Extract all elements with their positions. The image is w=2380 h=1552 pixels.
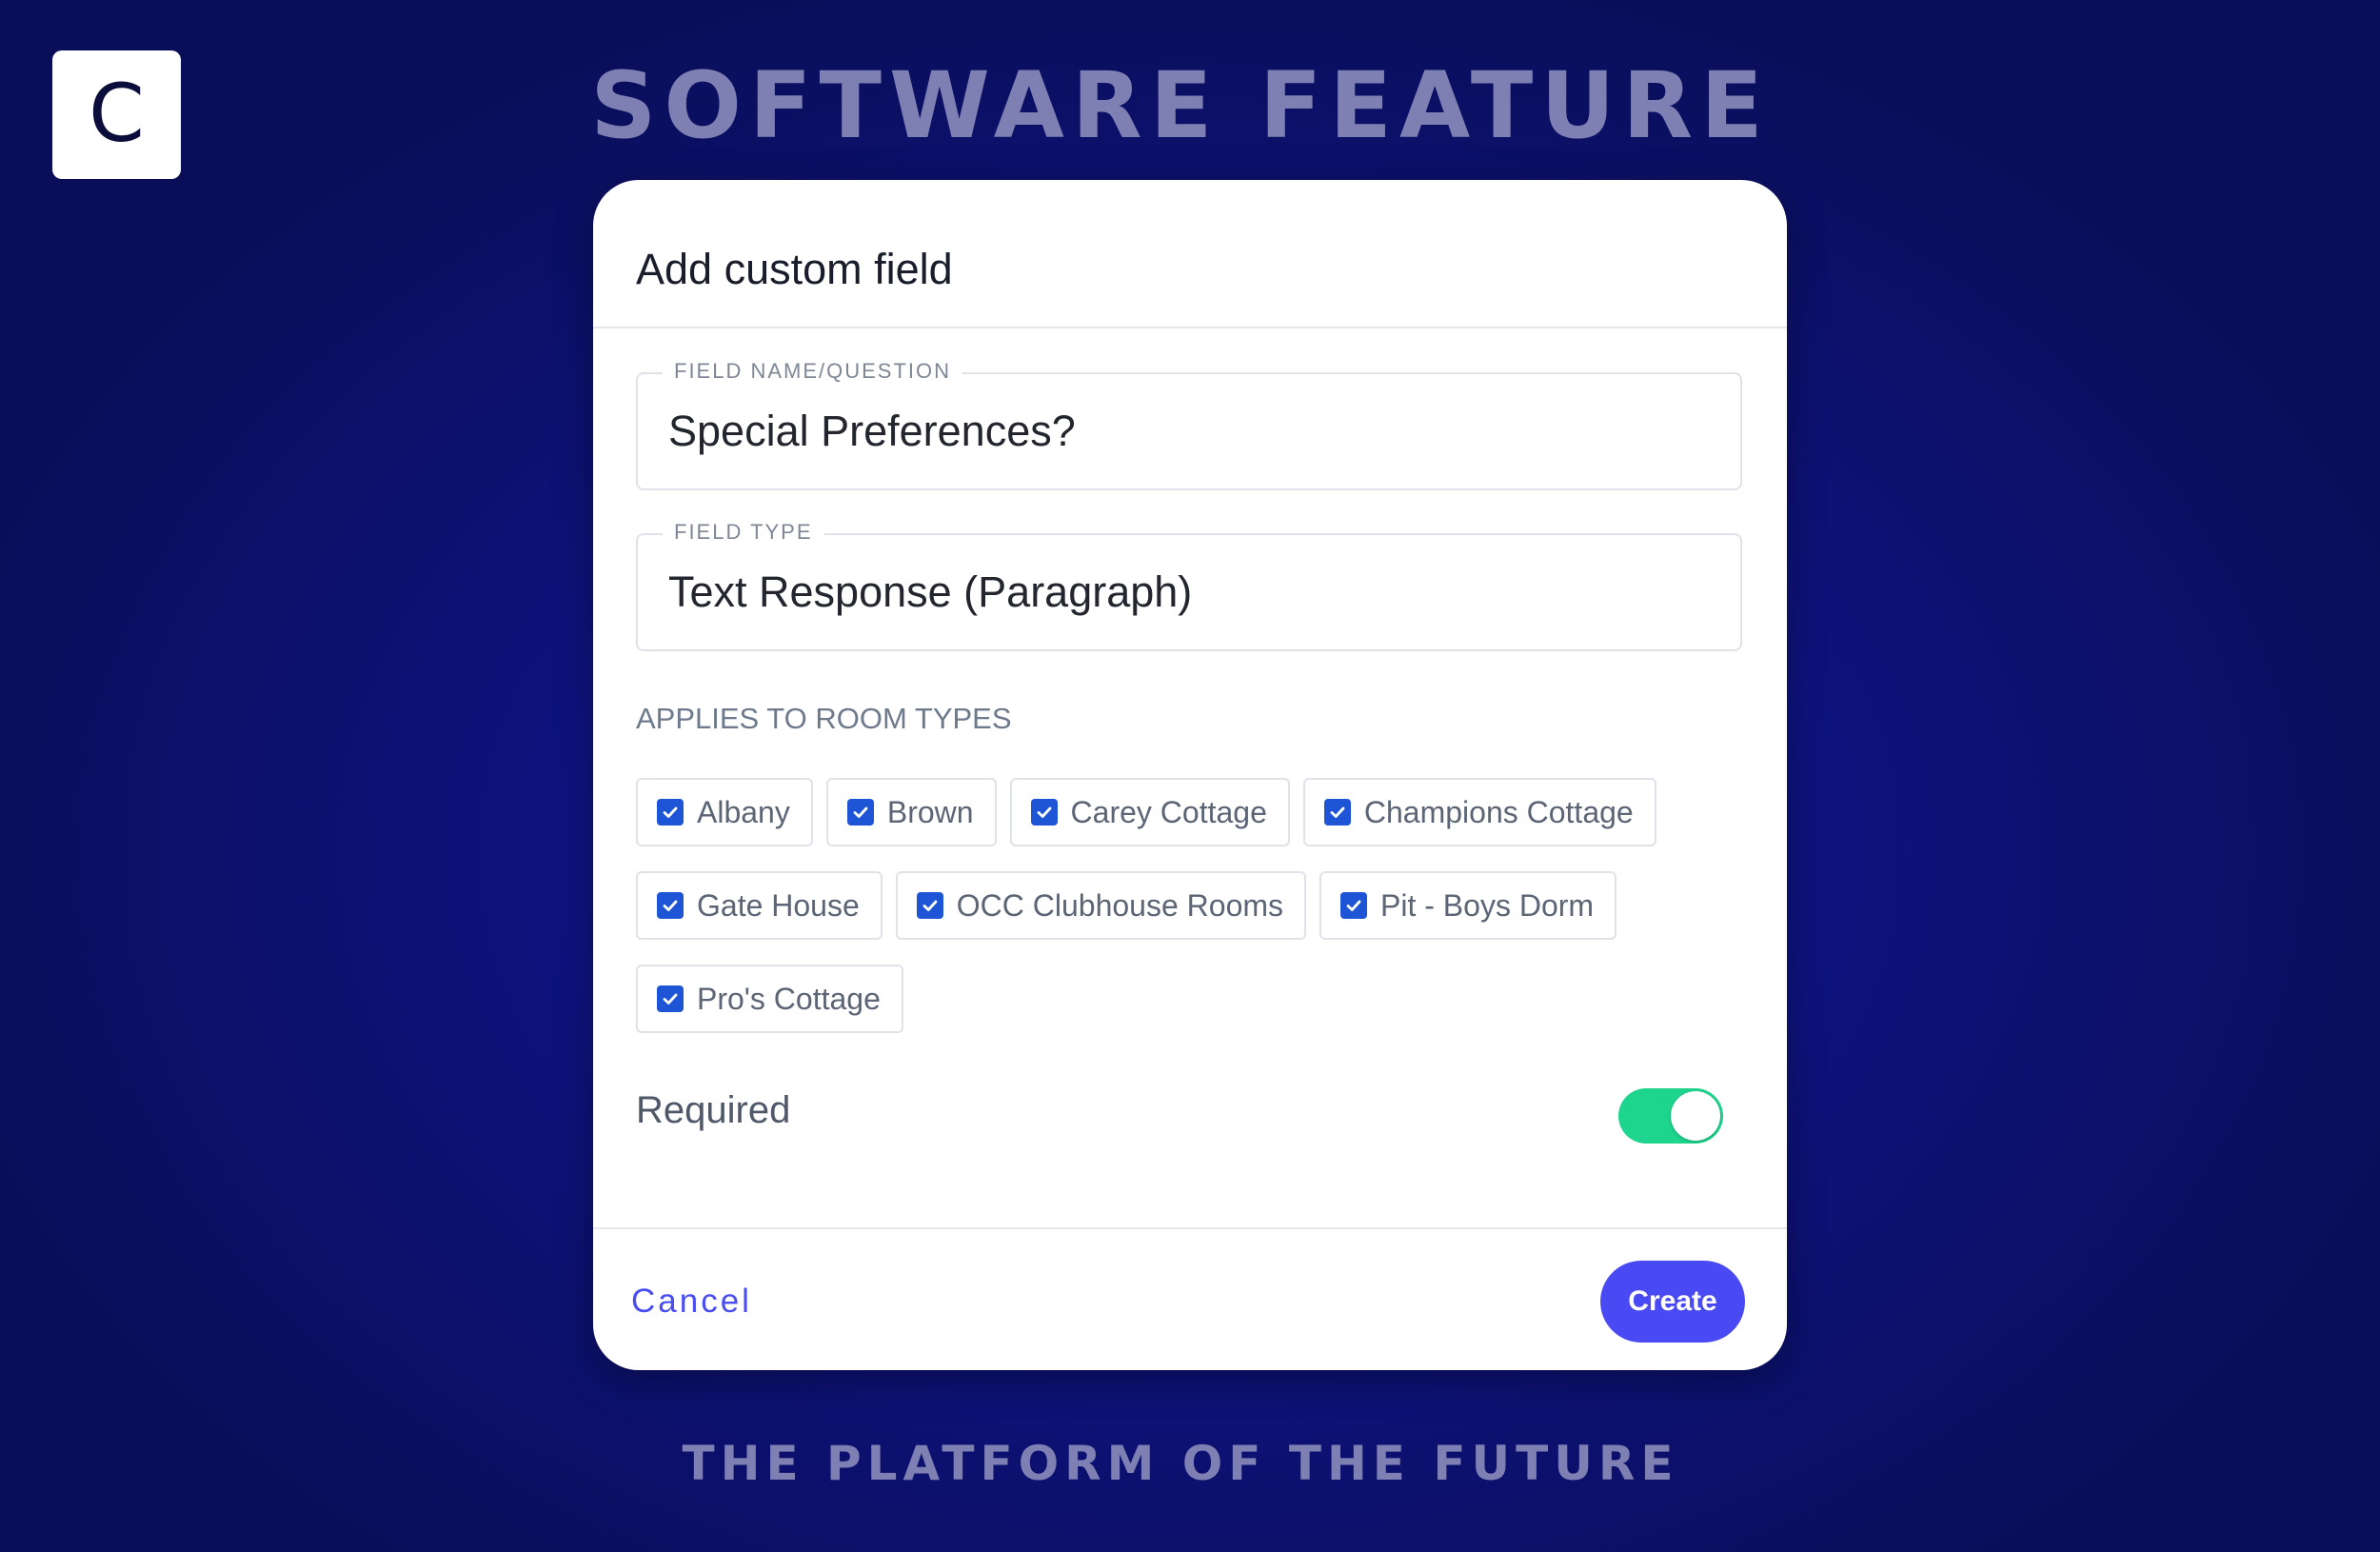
dialog-title: Add custom field (636, 245, 953, 293)
room-type-label: Pro's Cottage (697, 982, 881, 1016)
tagline: THE PLATFORM OF THE FUTURE (682, 1436, 1679, 1491)
field-type-value: Text Response (Paragraph) (668, 567, 1193, 616)
room-type-chip[interactable]: Albany (636, 778, 813, 846)
field-type-label: FIELD TYPE (663, 518, 824, 547)
field-name-value: Special Preferences? (668, 407, 1076, 455)
field-type-select[interactable]: FIELD TYPE Text Response (Paragraph) (636, 518, 1742, 651)
room-type-chip[interactable]: Gate House (636, 871, 883, 940)
checkbox-checked-icon[interactable] (916, 892, 943, 919)
room-type-chip[interactable]: Pro's Cottage (636, 965, 903, 1033)
room-type-label: OCC Clubhouse Rooms (956, 888, 1284, 923)
checkbox-checked-icon[interactable] (657, 985, 684, 1012)
room-type-label: Carey Cottage (1070, 795, 1267, 829)
create-button[interactable]: Create (1600, 1261, 1745, 1343)
checkbox-checked-icon[interactable] (1340, 892, 1368, 919)
checkbox-checked-icon[interactable] (657, 799, 684, 826)
room-type-chip[interactable]: OCC Clubhouse Rooms (895, 871, 1307, 940)
checkbox-checked-icon[interactable] (1323, 799, 1351, 826)
footer-divider (593, 1227, 1787, 1229)
field-name-input[interactable]: FIELD NAME/QUESTION Special Preferences? (636, 357, 1742, 490)
checkbox-checked-icon[interactable] (846, 799, 874, 826)
room-types-label: APPLIES TO ROOM TYPES (636, 702, 1012, 735)
room-type-label: Champions Cottage (1363, 795, 1634, 829)
room-type-label: Albany (697, 795, 790, 829)
cancel-button[interactable]: Cancel (631, 1281, 752, 1323)
room-type-chip[interactable]: Brown (825, 778, 997, 846)
room-type-label: Pit - Boys Dorm (1380, 888, 1595, 923)
required-label: Required (636, 1089, 791, 1131)
toggle-knob (1671, 1091, 1720, 1141)
field-name-label: FIELD NAME/QUESTION (663, 357, 963, 386)
room-type-label: Gate House (697, 888, 860, 923)
add-custom-field-dialog: Add custom field FIELD NAME/QUESTION Spe… (593, 180, 1787, 1370)
checkbox-checked-icon[interactable] (657, 892, 684, 919)
checkbox-checked-icon[interactable] (1030, 799, 1058, 826)
room-type-chip[interactable]: Carey Cottage (1009, 778, 1290, 846)
room-types-list: Albany Brown Carey Cottage Champions Cottag… (636, 778, 1750, 1033)
header-divider (593, 327, 1787, 328)
room-type-chip[interactable]: Champions Cottage (1302, 778, 1656, 846)
room-type-chip[interactable]: Pit - Boys Dorm (1319, 871, 1617, 940)
headline: SOFTWARE FEATURE (590, 52, 1771, 159)
room-type-label: Brown (886, 795, 974, 829)
required-toggle[interactable] (1618, 1088, 1723, 1144)
